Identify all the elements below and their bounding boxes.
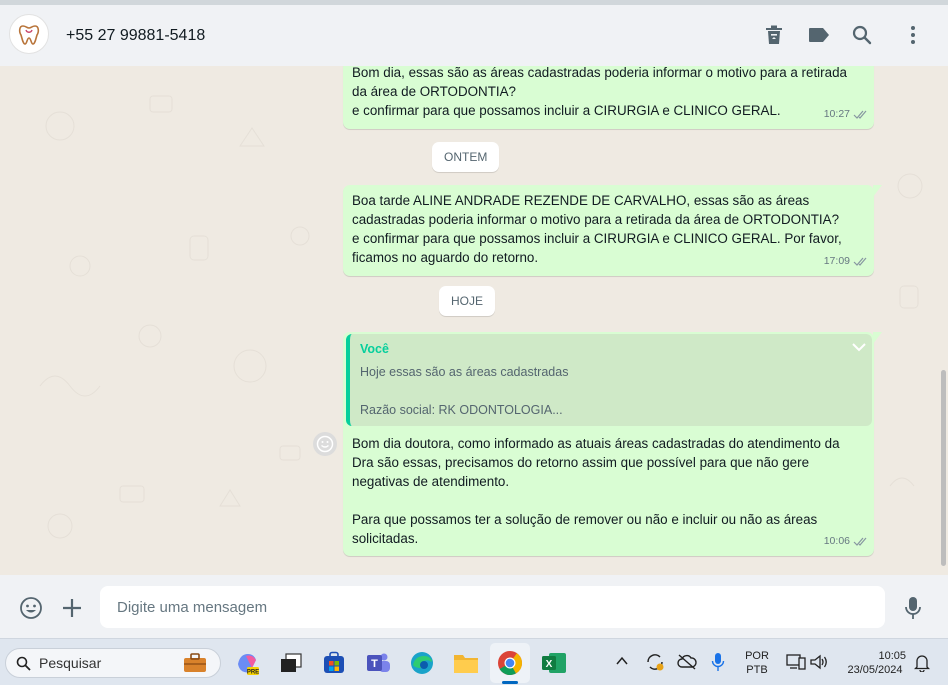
- language-code: POR: [745, 650, 769, 662]
- bubble-tail: [873, 185, 882, 197]
- keyboard-layout-code: PTB: [746, 664, 768, 676]
- cloud-off-icon[interactable]: [677, 653, 697, 671]
- keyboard-language[interactable]: POR PTB: [741, 649, 773, 677]
- explorer-icon[interactable]: [452, 649, 480, 677]
- chevron-up-icon[interactable]: [616, 656, 628, 666]
- search-icon[interactable]: [849, 22, 875, 48]
- chat-area[interactable]: Bom dia, essas são as áreas cadastradas …: [0, 66, 948, 575]
- message-meta: 10:06: [824, 532, 867, 551]
- message-bubble-outgoing[interactable]: Bom dia, essas são as áreas cadastradas …: [343, 66, 874, 129]
- message-composer: [0, 575, 948, 638]
- message-bubble-outgoing[interactable]: Você Hoje essas são as áreas cadastradas…: [343, 332, 882, 556]
- quote-text: Hoje essas são as áreas cadastradas: [360, 365, 569, 379]
- sync-icon[interactable]: [645, 652, 665, 672]
- contact-avatar[interactable]: [9, 14, 49, 54]
- taskbar-search-label: Pesquisar: [39, 655, 102, 671]
- svg-text:T: T: [371, 658, 378, 670]
- clock-date: 23/05/2024: [847, 664, 903, 676]
- network-icon[interactable]: [786, 653, 806, 671]
- message-meta: 10:27: [824, 105, 867, 124]
- tooth-logo-icon: [18, 25, 40, 45]
- message-time: 10:27: [823, 108, 850, 120]
- message-meta: 17:09: [824, 252, 867, 271]
- message-time: 10:06: [823, 535, 850, 547]
- label-icon[interactable]: [806, 22, 832, 48]
- search-icon: [16, 656, 31, 671]
- active-app-indicator: [502, 681, 518, 684]
- microphone-icon[interactable]: [711, 652, 725, 672]
- edge-icon[interactable]: [408, 649, 436, 677]
- chevron-down-icon[interactable]: [852, 342, 866, 352]
- message-time: 17:09: [823, 255, 850, 267]
- message-text: Bom dia doutora, como informado as atuai…: [352, 436, 840, 546]
- svg-text:X: X: [546, 659, 553, 670]
- notification-bell-icon[interactable]: [914, 654, 930, 672]
- store-icon[interactable]: [320, 649, 348, 677]
- chrome-icon[interactable]: [496, 649, 524, 677]
- quote-text: Razão social: RK ODONTOLOGIA...: [360, 403, 563, 417]
- clock[interactable]: 10:05 23/05/2024: [838, 649, 912, 677]
- chat-scrollbar[interactable]: [941, 370, 946, 566]
- quoted-message[interactable]: Você Hoje essas são as áreas cadastradas…: [346, 334, 872, 426]
- teams-icon[interactable]: T: [364, 649, 392, 677]
- clock-time: 10:05: [878, 650, 906, 662]
- read-ticks-icon: [853, 110, 867, 119]
- taskbar-search[interactable]: Pesquisar: [5, 648, 221, 678]
- menu-icon[interactable]: [900, 22, 926, 48]
- emoji-icon[interactable]: [18, 595, 44, 621]
- bubble-tail: [873, 332, 882, 344]
- briefcase-icon: [184, 653, 206, 672]
- message-bubble-outgoing[interactable]: Boa tarde ALINE ANDRADE REZENDE DE CARVA…: [343, 185, 882, 276]
- quote-author: Você: [360, 342, 389, 356]
- date-separator: HOJE: [439, 286, 496, 316]
- read-ticks-icon: [853, 257, 867, 266]
- svg-text:PRE: PRE: [247, 670, 259, 676]
- message-text: Boa tarde ALINE ANDRADE REZENDE DE CARVA…: [352, 193, 842, 265]
- excel-icon[interactable]: X: [540, 649, 568, 677]
- date-separator: ONTEM: [432, 142, 500, 172]
- message-input[interactable]: [100, 586, 885, 628]
- task-view-icon[interactable]: [277, 649, 305, 677]
- read-ticks-icon: [853, 537, 867, 546]
- microphone-icon[interactable]: [900, 595, 926, 621]
- contact-name[interactable]: +55 27 99881-5418: [66, 27, 205, 45]
- delete-icon[interactable]: [761, 22, 787, 48]
- copilot-icon[interactable]: PRE: [233, 649, 261, 677]
- attach-plus-icon[interactable]: [59, 595, 85, 621]
- react-emoji-icon[interactable]: [313, 432, 337, 456]
- windows-taskbar: Pesquisar PRE T X POR PTB 10:05 23/05/20…: [0, 638, 948, 685]
- message-text: Bom dia, essas são as áreas cadastradas …: [352, 66, 847, 118]
- chat-header: +55 27 99881-5418: [0, 0, 948, 66]
- volume-icon[interactable]: [809, 653, 829, 671]
